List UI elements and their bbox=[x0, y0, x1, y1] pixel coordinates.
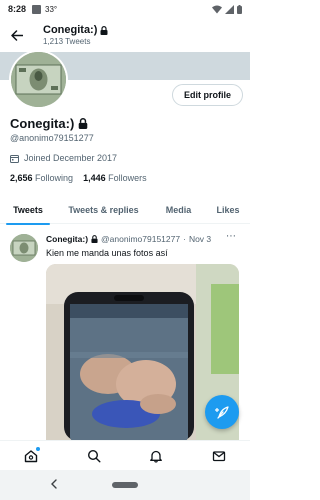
display-name: Conegita:) bbox=[10, 116, 75, 131]
lock-icon bbox=[100, 25, 108, 35]
nav-notifications[interactable] bbox=[146, 446, 166, 466]
edit-profile-button[interactable]: Edit profile bbox=[172, 84, 243, 106]
header-titles: Conegita:) 1,213 Tweets bbox=[43, 24, 108, 46]
header-name: Conegita:) bbox=[43, 24, 98, 36]
status-temperature: 33° bbox=[45, 4, 58, 14]
tweet-date: Nov 3 bbox=[188, 234, 212, 244]
compose-tweet-button[interactable] bbox=[205, 395, 239, 429]
followers-count: 1,446 bbox=[83, 173, 106, 183]
battery-icon bbox=[237, 4, 242, 14]
system-home-pill[interactable] bbox=[112, 482, 138, 488]
joined-date: Joined December 2017 bbox=[24, 153, 118, 163]
search-icon bbox=[87, 449, 101, 463]
avatar-image bbox=[11, 52, 66, 107]
tweet-more-button[interactable]: ⋯ bbox=[226, 231, 242, 243]
profile-tabs: Tweets Tweets & replies Media Likes bbox=[0, 196, 250, 225]
status-time: 8:28 bbox=[8, 4, 27, 14]
profile-avatar[interactable] bbox=[9, 50, 68, 109]
display-name-row: Conegita:) bbox=[10, 116, 88, 131]
tweet-header: Conegita:) @anonimo79151277 · Nov 3 bbox=[46, 234, 211, 244]
bottom-navigation bbox=[0, 440, 250, 470]
follow-stats: 2,656 Following 1,446 Followers bbox=[10, 173, 147, 183]
home-icon bbox=[25, 449, 38, 462]
nav-messages[interactable] bbox=[209, 446, 229, 466]
system-navigation-bar bbox=[0, 470, 250, 500]
following-link[interactable]: 2,656 Following bbox=[10, 173, 73, 183]
tab-tweets[interactable]: Tweets bbox=[0, 196, 56, 225]
app-bar: Conegita:) 1,213 Tweets bbox=[0, 18, 250, 52]
calendar-icon bbox=[10, 154, 19, 163]
signal-icon bbox=[225, 4, 234, 14]
bell-icon bbox=[150, 450, 163, 463]
followers-label: Followers bbox=[108, 173, 147, 183]
system-back-icon[interactable] bbox=[50, 479, 58, 489]
following-count: 2,656 bbox=[10, 173, 33, 183]
nav-search[interactable] bbox=[84, 446, 104, 466]
tab-tweets-and-replies[interactable]: Tweets & replies bbox=[56, 196, 151, 224]
arrow-left-icon bbox=[11, 29, 23, 41]
back-button[interactable] bbox=[8, 26, 26, 44]
tweet-author-name: Conegita:) bbox=[46, 234, 89, 244]
tweet-avatar[interactable] bbox=[10, 234, 38, 262]
lock-icon bbox=[91, 235, 98, 243]
lock-icon bbox=[79, 118, 88, 129]
notification-icon bbox=[32, 4, 42, 14]
tweet-text: Kien me manda unas fotos así bbox=[46, 248, 168, 258]
header-name-row: Conegita:) bbox=[43, 24, 108, 36]
joined-date-row: Joined December 2017 bbox=[10, 153, 117, 163]
wifi-icon bbox=[212, 5, 222, 13]
mail-icon bbox=[212, 450, 225, 461]
tab-likes[interactable]: Likes bbox=[206, 196, 250, 224]
profile-handle: @anonimo79151277 bbox=[10, 133, 94, 143]
nav-home[interactable] bbox=[21, 446, 41, 466]
notification-dot bbox=[36, 446, 41, 451]
feather-plus-icon bbox=[214, 405, 229, 419]
followers-link[interactable]: 1,446 Followers bbox=[83, 173, 147, 183]
tweet-author-handle: @anonimo79151277 bbox=[101, 234, 181, 244]
status-bar: 8:28 33° bbox=[0, 0, 250, 18]
header-tweet-count: 1,213 Tweets bbox=[43, 37, 91, 46]
following-label: Following bbox=[35, 173, 74, 183]
tab-media[interactable]: Media bbox=[151, 196, 206, 224]
tweet-separator: · bbox=[183, 234, 186, 244]
